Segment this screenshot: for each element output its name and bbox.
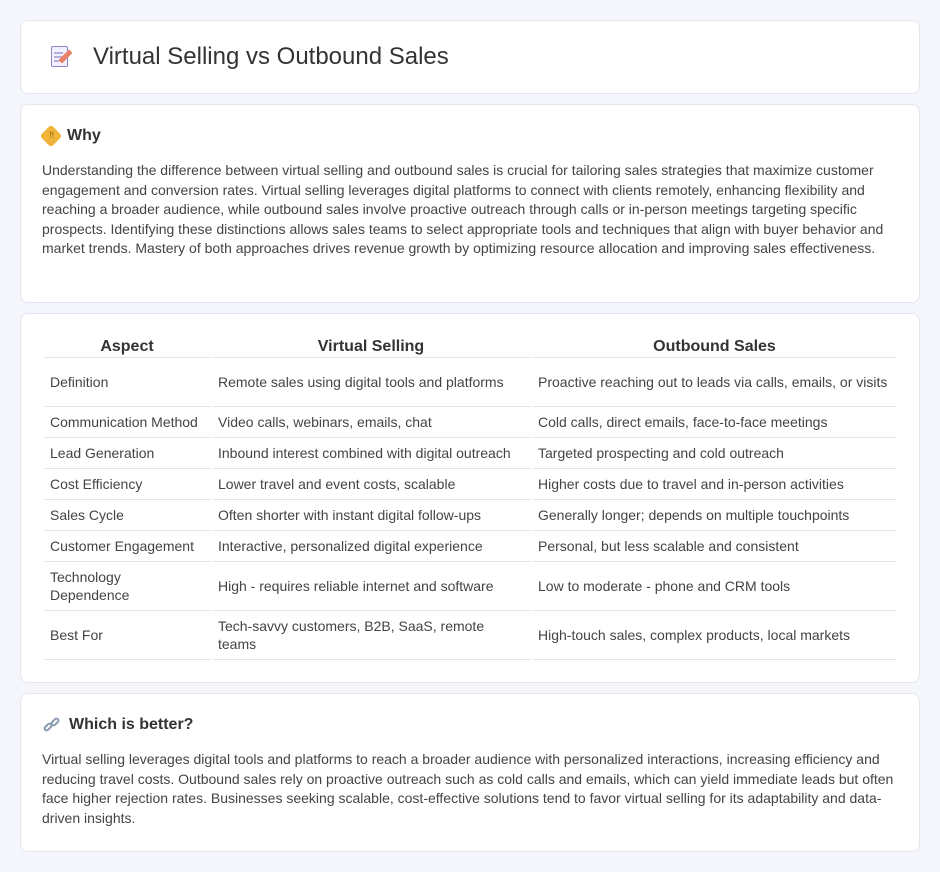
header-aspect: Aspect <box>44 336 210 358</box>
table-row: Lead Generation Inbound interest combine… <box>44 438 897 469</box>
cell-virtual: Remote sales using digital tools and pla… <box>212 358 530 407</box>
diamond-sign-icon: !! <box>39 124 63 148</box>
table-row: Customer Engagement Interactive, persona… <box>44 531 897 562</box>
cell-aspect: Lead Generation <box>44 438 210 469</box>
header-virtual-selling: Virtual Selling <box>212 336 530 358</box>
cell-aspect: Communication Method <box>44 407 210 438</box>
cell-virtual: Video calls, webinars, emails, chat <box>212 407 530 438</box>
cell-outbound: Targeted prospecting and cold outreach <box>532 438 897 469</box>
document-pencil-icon <box>47 44 73 70</box>
cell-virtual: Interactive, personalized digital experi… <box>212 531 530 562</box>
table-row: Cost Efficiency Lower travel and event c… <box>44 469 897 500</box>
cell-virtual: Often shorter with instant digital follo… <box>212 500 530 531</box>
comparison-table: Aspect Virtual Selling Outbound Sales De… <box>42 336 899 660</box>
table-row: Technology Dependence High - requires re… <box>44 562 897 611</box>
table-row: Best For Tech-savvy customers, B2B, SaaS… <box>44 611 897 660</box>
cell-virtual: Tech-savvy customers, B2B, SaaS, remote … <box>212 611 530 660</box>
which-is-better-section: Which is better? Virtual selling leverag… <box>20 693 920 852</box>
cell-aspect: Best For <box>44 611 210 660</box>
cell-outbound: Low to moderate - phone and CRM tools <box>532 562 897 611</box>
table-row: Sales Cycle Often shorter with instant d… <box>44 500 897 531</box>
cell-aspect: Definition <box>44 358 210 407</box>
header-outbound-sales: Outbound Sales <box>532 336 897 358</box>
cell-aspect: Sales Cycle <box>44 500 210 531</box>
cell-outbound: High-touch sales, complex products, loca… <box>532 611 897 660</box>
cell-virtual: Inbound interest combined with digital o… <box>212 438 530 469</box>
better-text: Virtual selling leverages digital tools … <box>42 751 894 826</box>
cell-aspect: Cost Efficiency <box>44 469 210 500</box>
cell-outbound: Personal, but less scalable and consiste… <box>532 531 897 562</box>
link-icon <box>42 716 61 733</box>
why-heading: Why <box>67 127 101 144</box>
cell-virtual: High - requires reliable internet and so… <box>212 562 530 611</box>
comparison-section: Aspect Virtual Selling Outbound Sales De… <box>20 313 920 683</box>
cell-outbound: Proactive reaching out to leads via call… <box>532 358 897 407</box>
cell-outbound: Cold calls, direct emails, face-to-face … <box>532 407 897 438</box>
cell-aspect: Technology Dependence <box>44 562 210 611</box>
title-card: Virtual Selling vs Outbound Sales <box>20 20 920 94</box>
cell-aspect: Customer Engagement <box>44 531 210 562</box>
cell-outbound: Generally longer; depends on multiple to… <box>532 500 897 531</box>
better-heading: Which is better? <box>69 716 194 733</box>
table-header-row: Aspect Virtual Selling Outbound Sales <box>44 336 897 358</box>
cell-outbound: Higher costs due to travel and in-person… <box>532 469 897 500</box>
table-row: Definition Remote sales using digital to… <box>44 358 897 407</box>
why-text: Understanding the difference between vir… <box>42 162 884 256</box>
cell-virtual: Lower travel and event costs, scalable <box>212 469 530 500</box>
page-title: Virtual Selling vs Outbound Sales <box>93 43 449 70</box>
why-section: !! Why Understanding the difference betw… <box>20 104 920 303</box>
table-row: Communication Method Video calls, webina… <box>44 407 897 438</box>
